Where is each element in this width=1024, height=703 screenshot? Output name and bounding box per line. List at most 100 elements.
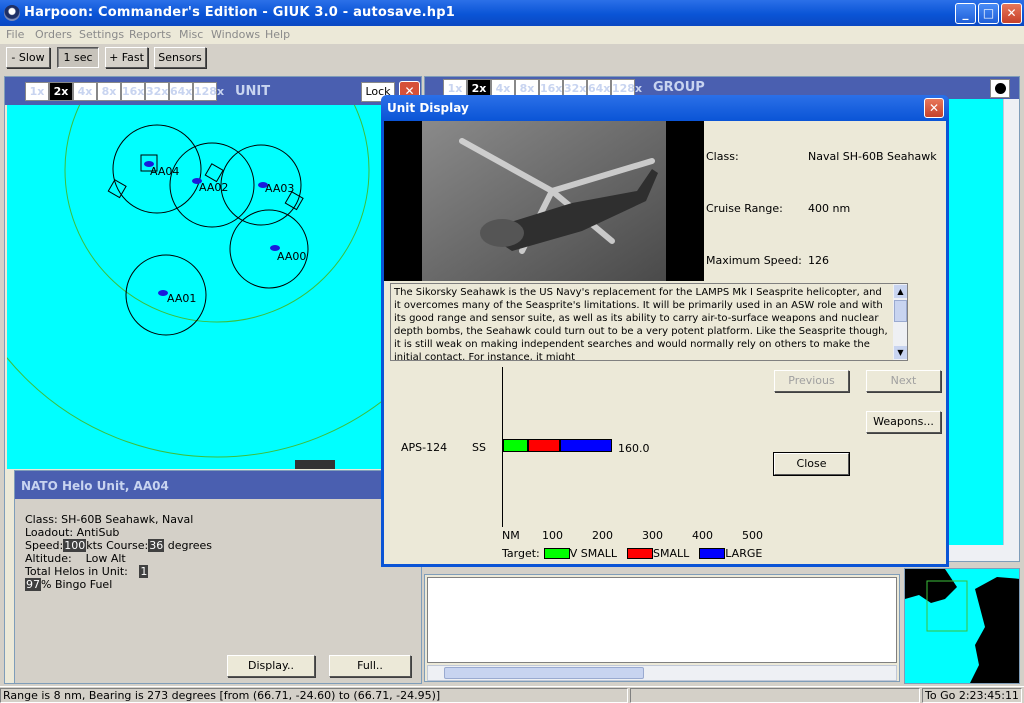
menu-misc[interactable]: Misc — [179, 28, 203, 41]
display-button[interactable]: Display.. — [227, 655, 315, 677]
x-tick-label: 400 — [692, 529, 713, 542]
zoom-16x[interactable]: 16x — [121, 82, 145, 101]
course-unit: degrees — [167, 539, 213, 552]
range-bearing-status: Range is 8 nm, Bearing is 273 degrees [f… — [0, 688, 628, 703]
overview-map[interactable] — [904, 568, 1020, 684]
group-hscroll[interactable] — [947, 545, 1019, 561]
unit-map[interactable]: AA04 AA02 AA03 AA00 AA01 — [7, 105, 421, 469]
legend-title: Target: — [502, 547, 540, 560]
bingo-value: 97 — [25, 578, 41, 591]
group-vscroll[interactable] — [1003, 99, 1019, 545]
menu-settings[interactable]: Settings — [79, 28, 124, 41]
legend-small: SMALL — [653, 547, 690, 560]
x-axis-ticks: 100 200 300 400 500 — [384, 529, 764, 543]
unit-label-aa00[interactable]: AA00 — [277, 250, 306, 263]
unit-zoom-bar: 1x 2x 4x 8x 16x 32x 64x 128x — [25, 82, 224, 101]
zoom-1x[interactable]: 1x — [25, 82, 49, 101]
toolbar: - Slow 1 sec + Fast Sensors — [0, 44, 1024, 72]
sensor-range-ring-outer — [64, 105, 370, 323]
zoom-32x[interactable]: 32x — [145, 82, 169, 101]
helicopter-cockpit — [480, 219, 524, 247]
legend-swatch-large — [699, 548, 726, 559]
message-panel — [424, 574, 900, 682]
unit-label-aa04[interactable]: AA04 — [150, 165, 179, 178]
unit-label-aa01[interactable]: AA01 — [167, 292, 196, 305]
description-scrollbar[interactable]: ▲ ▼ — [893, 284, 907, 360]
sensor-bar-small — [528, 439, 560, 452]
unit-label-aa03[interactable]: AA03 — [265, 182, 294, 195]
record-icon — [995, 83, 1006, 94]
description-box[interactable]: The Sikorsky Seahawk is the US Navy's re… — [390, 283, 908, 361]
next-button[interactable]: Next — [866, 370, 941, 392]
course-value[interactable]: 36 — [148, 539, 165, 552]
sensor-range-ring-large — [7, 356, 421, 458]
full-button[interactable]: Full.. — [329, 655, 411, 677]
nato-panel-header: NATO Helo Unit, AA04 — [15, 471, 421, 499]
scroll-down-icon[interactable]: ▼ — [894, 346, 907, 359]
unit-panel-header: 1x 2x 4x 8x 16x 32x 64x 128x UNIT Lock ✕ — [5, 77, 421, 105]
chart-legend: Target: V SMALL SMALL LARGE — [502, 547, 762, 560]
dialog-close-icon[interactable]: ✕ — [924, 98, 944, 118]
speed-value[interactable]: 100 — [63, 539, 87, 552]
scroll-thumb[interactable] — [444, 667, 644, 679]
sensor-chart: APS-124 SS 160.0 NM 100 200 300 400 500 Targ… — [384, 367, 764, 563]
legend-large: LARGE — [725, 547, 763, 560]
dialog-title-bar: Unit Display ✕ — [381, 95, 949, 121]
sensors-button[interactable]: Sensors — [154, 47, 206, 68]
x-tick-label: 300 — [642, 529, 663, 542]
time-to-go: To Go 2:23:45:11 — [922, 688, 1022, 703]
message-hscroll[interactable] — [427, 665, 897, 681]
scroll-up-icon[interactable]: ▲ — [894, 285, 907, 298]
maximize-button[interactable]: □ — [978, 3, 999, 24]
sensor-bar-row — [503, 439, 612, 452]
minimize-button[interactable]: _ — [955, 3, 976, 24]
time-step-button[interactable]: 1 sec — [57, 47, 99, 68]
fast-button[interactable]: + Fast — [105, 47, 148, 68]
cruise-range-value: 400 nm — [808, 202, 851, 215]
unit-label-aa02[interactable]: AA02 — [199, 181, 228, 194]
zoom-128x[interactable]: 128x — [193, 82, 224, 101]
menu-reports[interactable]: Reports — [129, 28, 171, 41]
menu-file[interactable]: File — [6, 28, 24, 41]
menu-help[interactable]: Help — [265, 28, 290, 41]
close-dialog-button[interactable]: Close — [773, 452, 850, 476]
menu-windows[interactable]: Windows — [211, 28, 260, 41]
weapons-button[interactable]: Weapons... — [866, 411, 941, 433]
dialog-body: Class: Naval SH-60B Seahawk Cruise Range… — [384, 121, 946, 564]
unit-photo — [384, 121, 704, 281]
zoom-64x[interactable]: 64x — [169, 82, 193, 101]
menu-orders[interactable]: Orders — [35, 28, 72, 41]
course-label: Course: — [106, 539, 149, 552]
legend-swatch-small — [627, 548, 654, 559]
message-log[interactable] — [427, 577, 897, 663]
app-icon[interactable] — [4, 5, 20, 21]
sensor-name: APS-124 — [401, 441, 448, 454]
unit-stats: Class: Naval SH-60B Seahawk Cruise Range… — [706, 121, 946, 281]
speed-line: Speed:100kts Course:36 degrees — [25, 539, 212, 552]
group-panel-title: GROUP — [653, 80, 705, 95]
scroll-thumb[interactable] — [894, 300, 907, 322]
legend-vsmall: V SMALL — [569, 547, 618, 560]
zoom-2x[interactable]: 2x — [49, 82, 73, 101]
x-tick-label: 100 — [542, 529, 563, 542]
speed-unit: kts — [86, 539, 103, 552]
zoom-8x[interactable]: 8x — [97, 82, 121, 101]
app-title-bar: Harpoon: Commander's Edition - GIUK 3.0 … — [0, 0, 1024, 26]
landmass-norway — [970, 577, 1019, 683]
nato-info: Class: SH-60B Seahawk, Naval Loadout: An… — [25, 513, 212, 591]
description-text: The Sikorsky Seahawk is the US Navy's re… — [394, 287, 888, 361]
class-value: Naval SH-60B Seahawk — [808, 150, 937, 163]
land-mass — [295, 460, 335, 469]
status-cell-empty — [630, 688, 920, 703]
slow-button[interactable]: - Slow — [6, 47, 50, 68]
zoom-4x[interactable]: 4x — [73, 82, 97, 101]
altitude-line: Altitude: Low Alt — [25, 552, 126, 565]
app-title: Harpoon: Commander's Edition - GIUK 3.0 … — [24, 5, 455, 20]
group-map[interactable] — [947, 99, 1003, 545]
status-bar: Range is 8 nm, Bearing is 273 degrees [f… — [0, 686, 1024, 703]
close-button[interactable]: ✕ — [1001, 3, 1022, 24]
previous-button[interactable]: Previous — [774, 370, 849, 392]
x-tick-label: 200 — [592, 529, 613, 542]
record-button[interactable] — [990, 79, 1010, 98]
unit-display-dialog: Unit Display ✕ Class: Naval SH-60B Seaha… — [381, 95, 949, 567]
